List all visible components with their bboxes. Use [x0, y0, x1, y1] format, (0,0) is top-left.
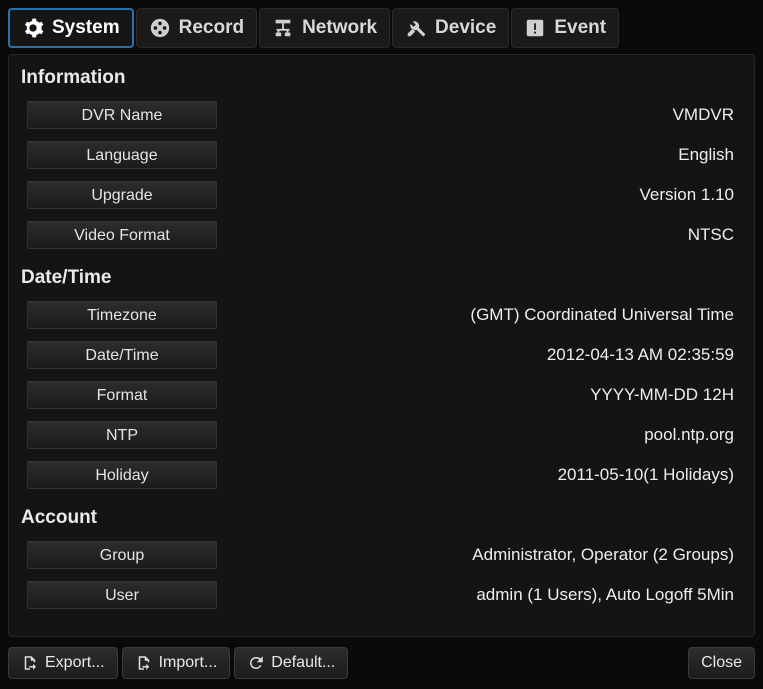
export-button[interactable]: Export... [8, 647, 118, 679]
row-datetime: Date/Time 2012-04-13 AM 02:35:59 [21, 337, 742, 373]
close-button-label: Close [701, 654, 742, 672]
tab-event[interactable]: Event [511, 8, 619, 48]
ntp-value: pool.ntp.org [217, 425, 742, 445]
row-group: Group Administrator, Operator (2 Groups) [21, 537, 742, 573]
timezone-button[interactable]: Timezone [27, 301, 217, 329]
group-button[interactable]: Group [27, 541, 217, 569]
holiday-value: 2011-05-10(1 Holidays) [217, 465, 742, 485]
upgrade-value: Version 1.10 [217, 185, 742, 205]
film-reel-icon [149, 17, 171, 39]
dvr-name-button[interactable]: DVR Name [27, 101, 217, 129]
network-icon [272, 17, 294, 39]
settings-window: System Record Network Device Event [0, 0, 763, 689]
format-value: YYYY-MM-DD 12H [217, 385, 742, 405]
section-datetime-title: Date/Time [21, 267, 742, 289]
tab-bar: System Record Network Device Event [8, 8, 755, 48]
tab-system[interactable]: System [8, 8, 134, 48]
dvr-name-value: VMDVR [217, 105, 742, 125]
row-user: User admin (1 Users), Auto Logoff 5Min [21, 577, 742, 613]
export-button-label: Export... [45, 654, 105, 672]
tab-network[interactable]: Network [259, 8, 390, 48]
timezone-value: (GMT) Coordinated Universal Time [217, 305, 742, 325]
language-button[interactable]: Language [27, 141, 217, 169]
row-dvr-name: DVR Name VMDVR [21, 97, 742, 133]
holiday-button[interactable]: Holiday [27, 461, 217, 489]
language-value: English [217, 145, 742, 165]
row-ntp: NTP pool.ntp.org [21, 417, 742, 453]
import-button[interactable]: Import... [122, 647, 231, 679]
video-format-value: NTSC [217, 225, 742, 245]
row-timezone: Timezone (GMT) Coordinated Universal Tim… [21, 297, 742, 333]
group-value: Administrator, Operator (2 Groups) [217, 545, 742, 565]
section-information-title: Information [21, 67, 742, 89]
tab-record[interactable]: Record [136, 8, 257, 48]
system-panel: Information DVR Name VMDVR Language Engl… [8, 54, 755, 637]
datetime-value: 2012-04-13 AM 02:35:59 [217, 345, 742, 365]
tools-icon [405, 17, 427, 39]
row-video-format: Video Format NTSC [21, 217, 742, 253]
section-account: Account Group Administrator, Operator (2… [21, 507, 742, 613]
gear-icon [22, 17, 44, 39]
user-value: admin (1 Users), Auto Logoff 5Min [217, 585, 742, 605]
upgrade-button[interactable]: Upgrade [27, 181, 217, 209]
tab-device-label: Device [435, 17, 496, 39]
tab-record-label: Record [179, 17, 244, 39]
import-button-label: Import... [159, 654, 218, 672]
refresh-icon [247, 654, 265, 672]
default-button-label: Default... [271, 654, 335, 672]
import-icon [135, 654, 153, 672]
datetime-button[interactable]: Date/Time [27, 341, 217, 369]
default-button[interactable]: Default... [234, 647, 348, 679]
video-format-button[interactable]: Video Format [27, 221, 217, 249]
row-upgrade: Upgrade Version 1.10 [21, 177, 742, 213]
alert-icon [524, 17, 546, 39]
row-language: Language English [21, 137, 742, 173]
export-icon [21, 654, 39, 672]
section-information: Information DVR Name VMDVR Language Engl… [21, 67, 742, 253]
ntp-button[interactable]: NTP [27, 421, 217, 449]
tab-device[interactable]: Device [392, 8, 509, 48]
close-button[interactable]: Close [688, 647, 755, 679]
row-format: Format YYYY-MM-DD 12H [21, 377, 742, 413]
tab-network-label: Network [302, 17, 377, 39]
format-button[interactable]: Format [27, 381, 217, 409]
section-datetime: Date/Time Timezone (GMT) Coordinated Uni… [21, 267, 742, 493]
tab-event-label: Event [554, 17, 606, 39]
user-button[interactable]: User [27, 581, 217, 609]
row-holiday: Holiday 2011-05-10(1 Holidays) [21, 457, 742, 493]
tab-system-label: System [52, 17, 120, 39]
section-account-title: Account [21, 507, 742, 529]
footer-bar: Export... Import... Default... Close [8, 645, 755, 681]
